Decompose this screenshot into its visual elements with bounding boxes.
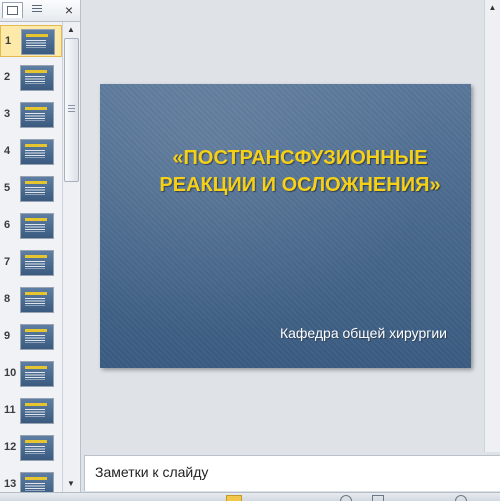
slide-thumbnail-4[interactable]: 4 [0, 136, 62, 168]
slide-preview [20, 176, 54, 202]
normal-view-icon[interactable] [226, 495, 242, 501]
scrollbar-thumb[interactable] [64, 38, 79, 182]
slides-pane: × 1 2 3 4 5 6 7 8 9 10 11 12 13 ▲ ▼ [0, 0, 81, 492]
current-slide[interactable]: «ПОСТРАНСФУЗИОННЫЕ РЕАКЦИИ И ОСЛОЖНЕНИЯ»… [100, 84, 471, 368]
slide-number: 9 [4, 330, 11, 342]
slide-number: 6 [4, 219, 11, 231]
slide-thumbnail-3[interactable]: 3 [0, 99, 62, 131]
slide-number: 10 [4, 367, 17, 379]
thumbnail-list: 1 2 3 4 5 6 7 8 9 10 11 12 13 [0, 22, 62, 492]
slide-thumbnail-11[interactable]: 11 [0, 395, 62, 427]
outline-view-icon [31, 5, 42, 14]
slide-thumbnail-10[interactable]: 10 [0, 358, 62, 390]
slide-number: 2 [4, 71, 11, 83]
slide-thumbnail-8[interactable]: 8 [0, 284, 62, 316]
slide-number: 11 [4, 404, 16, 416]
tab-outline[interactable] [27, 2, 46, 17]
slides-view-icon [7, 6, 18, 15]
slide-number: 12 [4, 441, 17, 453]
slide-thumbnail-7[interactable]: 7 [0, 247, 62, 279]
slide-title[interactable]: «ПОСТРАНСФУЗИОННЫЕ РЕАКЦИИ И ОСЛОЖНЕНИЯ» [140, 145, 460, 199]
editor-scrollbar[interactable]: ▲ [484, 0, 500, 452]
slide-number: 7 [4, 256, 11, 268]
scroll-up-icon[interactable]: ▲ [63, 22, 79, 38]
slide-subtitle[interactable]: Кафедра общей хирургии [220, 325, 447, 341]
slide-thumbnail-6[interactable]: 6 [0, 210, 62, 242]
notes-pane[interactable]: Заметки к слайду [84, 455, 500, 491]
slide-preview [20, 472, 54, 492]
tab-slides[interactable] [2, 2, 23, 18]
slide-number: 4 [4, 145, 11, 157]
slide-preview [20, 287, 54, 313]
slide-preview [20, 65, 54, 91]
pane-header: × [0, 0, 80, 22]
slide-number: 1 [5, 35, 12, 47]
slide-number: 13 [4, 478, 17, 490]
scroll-up-icon[interactable]: ▲ [485, 0, 500, 15]
notes-placeholder[interactable]: Заметки к слайду [95, 464, 208, 480]
slide-number: 3 [4, 108, 11, 120]
slide-preview [20, 361, 54, 387]
slide-thumbnail-13[interactable]: 13 [0, 469, 62, 492]
slide-preview [20, 398, 54, 424]
scroll-down-icon[interactable]: ▼ [63, 476, 79, 492]
slide-preview [20, 213, 54, 239]
slide-thumbnail-12[interactable]: 12 [0, 432, 62, 464]
slide-preview [20, 139, 54, 165]
slide-preview [21, 29, 55, 55]
slide-thumbnail-5[interactable]: 5 [0, 173, 62, 205]
slide-thumbnail-9[interactable]: 9 [0, 321, 62, 353]
slide-preview [20, 102, 54, 128]
slide-thumbnail-2[interactable]: 2 [0, 62, 62, 94]
zoom-out-icon[interactable] [340, 495, 352, 501]
slide-thumbnail-1[interactable]: 1 [0, 25, 62, 57]
slide-preview [20, 250, 54, 276]
slide-number: 5 [4, 182, 11, 194]
zoom-in-icon[interactable] [455, 495, 467, 501]
grip-icon [68, 105, 75, 112]
slide-preview [20, 324, 54, 350]
zoom-slider-icon[interactable] [372, 495, 384, 501]
slide-number: 8 [4, 293, 11, 305]
close-icon[interactable]: × [61, 2, 77, 18]
slide-preview [20, 435, 54, 461]
thumbnail-scrollbar[interactable]: ▲ ▼ [62, 22, 79, 492]
